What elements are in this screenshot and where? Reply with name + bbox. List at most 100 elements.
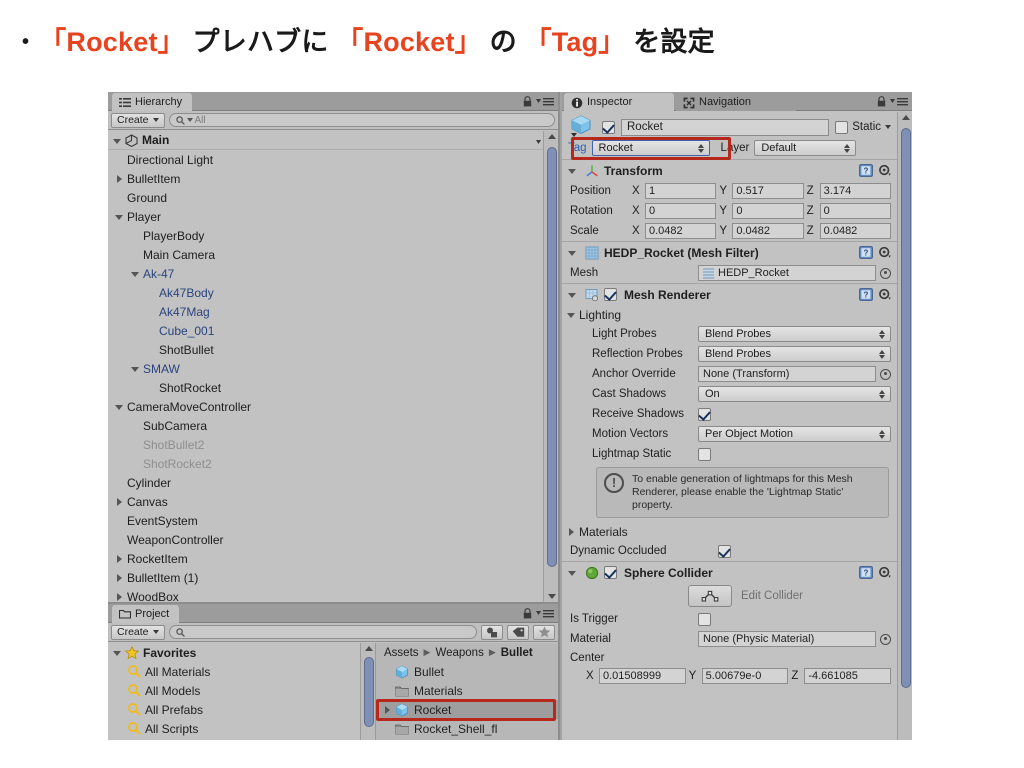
- hierarchy-row[interactable]: ShotBullet: [108, 340, 558, 359]
- edit-collider-button[interactable]: [688, 585, 732, 607]
- project-file-row[interactable]: Rocket_Shell_fl: [376, 719, 558, 738]
- chevron-down-icon[interactable]: [567, 289, 578, 300]
- scroll-up-arrow-icon[interactable]: [902, 115, 910, 120]
- hierarchy-row[interactable]: CameraMoveController: [108, 397, 558, 416]
- hierarchy-row[interactable]: Canvas: [108, 492, 558, 511]
- chevron-right-icon[interactable]: [382, 704, 393, 715]
- hierarchy-row[interactable]: BulletItem (1): [108, 568, 558, 587]
- hierarchy-row[interactable]: ShotRocket2: [108, 454, 558, 473]
- object-picker-icon[interactable]: [880, 267, 891, 279]
- gameobject-enabled-checkbox[interactable]: [602, 120, 615, 134]
- tag-dropdown[interactable]: Rocket: [591, 140, 710, 156]
- hierarchy-scene-row[interactable]: Main: [108, 131, 558, 150]
- gear-icon[interactable]: [878, 566, 892, 579]
- hierarchy-row[interactable]: Ground: [108, 188, 558, 207]
- sphere-collider-enabled-checkbox[interactable]: [604, 566, 617, 579]
- favorites-root-row[interactable]: Favorites: [108, 643, 375, 662]
- hierarchy-scroll-thumb[interactable]: [547, 147, 557, 567]
- collider-material-field[interactable]: None (Physic Material): [698, 631, 876, 647]
- chevron-right-icon[interactable]: [114, 572, 125, 583]
- scroll-down-arrow-icon[interactable]: [548, 594, 556, 599]
- help-icon[interactable]: ?: [859, 566, 873, 579]
- hierarchy-row[interactable]: RocketItem: [108, 549, 558, 568]
- project-file-row[interactable]: Bullet: [376, 662, 558, 681]
- transform-position-z-input[interactable]: 3.174: [819, 183, 891, 199]
- favorites-star-icon[interactable]: [533, 624, 555, 640]
- project-file-row[interactable]: Materials: [376, 681, 558, 700]
- tab-inspector[interactable]: Inspector: [564, 93, 674, 111]
- chevron-right-icon[interactable]: [114, 496, 125, 507]
- hierarchy-row[interactable]: ShotRocket: [108, 378, 558, 397]
- lighting-foldout[interactable]: Lighting: [562, 305, 897, 324]
- transform-scale-z-input[interactable]: 0.0482: [819, 223, 891, 239]
- hierarchy-search-input[interactable]: All: [168, 113, 555, 127]
- favorites-item[interactable]: All Scripts: [108, 719, 375, 738]
- favorites-item[interactable]: All Materials: [108, 662, 375, 681]
- chevron-down-icon[interactable]: [114, 211, 125, 222]
- mesh-filter-header[interactable]: HEDP_Rocket (Mesh Filter) ?: [562, 242, 897, 263]
- chevron-down-icon[interactable]: [567, 567, 578, 578]
- reflection-probes-dropdown[interactable]: Blend Probes: [698, 346, 891, 362]
- chevron-right-icon[interactable]: [114, 591, 125, 602]
- chevron-down-icon[interactable]: [112, 647, 123, 658]
- project-favorites-scrollbar[interactable]: [360, 643, 375, 740]
- hierarchy-row[interactable]: EventSystem: [108, 511, 558, 530]
- filter-by-type-icon[interactable]: [481, 624, 503, 640]
- hierarchy-row[interactable]: WoodBox: [108, 587, 558, 602]
- is-trigger-checkbox[interactable]: [698, 612, 711, 626]
- favorites-scroll-thumb[interactable]: [364, 657, 374, 727]
- hierarchy-row[interactable]: Directional Light: [108, 150, 558, 169]
- project-file-row[interactable]: Rocket: [376, 700, 558, 719]
- help-icon[interactable]: ?: [859, 288, 873, 301]
- light-probes-dropdown[interactable]: Blend Probes: [698, 326, 891, 342]
- chevron-down-icon[interactable]: [566, 309, 577, 320]
- sphere-collider-header[interactable]: Sphere Collider ?: [562, 562, 897, 583]
- lock-icon[interactable]: [523, 608, 532, 619]
- scroll-up-arrow-icon[interactable]: [365, 646, 373, 651]
- hierarchy-row[interactable]: Ak-47: [108, 264, 558, 283]
- hierarchy-row[interactable]: Ak47Mag: [108, 302, 558, 321]
- gear-icon[interactable]: [878, 164, 892, 177]
- filter-by-label-icon[interactable]: [507, 624, 529, 640]
- project-search-input[interactable]: [168, 625, 477, 639]
- panel-menu-icon[interactable]: [536, 97, 554, 106]
- anchor-override-field[interactable]: None (Transform): [698, 366, 876, 382]
- panel-menu-icon[interactable]: [890, 97, 908, 106]
- gear-icon[interactable]: [878, 288, 892, 301]
- lock-icon[interactable]: [877, 96, 886, 107]
- gear-icon[interactable]: [878, 246, 892, 259]
- transform-scale-y-input[interactable]: 0.0482: [732, 223, 804, 239]
- hierarchy-row[interactable]: Player: [108, 207, 558, 226]
- chevron-down-icon[interactable]: [130, 363, 141, 374]
- panel-menu-icon[interactable]: [536, 609, 554, 618]
- transform-header[interactable]: Transform ?: [562, 160, 897, 181]
- layer-dropdown[interactable]: Default: [754, 140, 857, 156]
- hierarchy-row[interactable]: WeaponController: [108, 530, 558, 549]
- chevron-down-icon[interactable]: [885, 125, 891, 129]
- center-x-input[interactable]: 0.01508999: [599, 668, 686, 684]
- project-create-button[interactable]: Create: [111, 624, 165, 640]
- transform-rotation-x-input[interactable]: 0: [645, 203, 717, 219]
- static-checkbox[interactable]: [835, 120, 849, 134]
- motion-vectors-dropdown[interactable]: Per Object Motion: [698, 426, 891, 442]
- hierarchy-create-button[interactable]: Create: [111, 112, 165, 128]
- chevron-down-icon[interactable]: [130, 268, 141, 279]
- receive-shadows-checkbox[interactable]: [698, 407, 711, 421]
- chevron-down-icon[interactable]: [112, 135, 123, 146]
- breadcrumb-1[interactable]: Weapons: [435, 647, 483, 659]
- breadcrumb-2[interactable]: Bullet: [501, 647, 533, 659]
- object-picker-icon[interactable]: [880, 633, 891, 645]
- transform-position-y-input[interactable]: 0.517: [732, 183, 804, 199]
- chevron-right-icon[interactable]: [114, 173, 125, 184]
- hierarchy-row[interactable]: Cylinder: [108, 473, 558, 492]
- favorites-item[interactable]: All Models: [108, 681, 375, 700]
- hierarchy-row[interactable]: Cube_001: [108, 321, 558, 340]
- hierarchy-row[interactable]: BulletItem: [108, 169, 558, 188]
- mesh-renderer-enabled-checkbox[interactable]: [604, 288, 617, 301]
- tab-hierarchy[interactable]: Hierarchy: [112, 93, 193, 111]
- inspector-scroll-thumb[interactable]: [901, 128, 911, 688]
- favorites-item[interactable]: All Prefabs: [108, 700, 375, 719]
- center-y-input[interactable]: 5.00679e-0: [701, 668, 789, 684]
- hierarchy-row[interactable]: SubCamera: [108, 416, 558, 435]
- inspector-scrollbar[interactable]: [897, 112, 912, 740]
